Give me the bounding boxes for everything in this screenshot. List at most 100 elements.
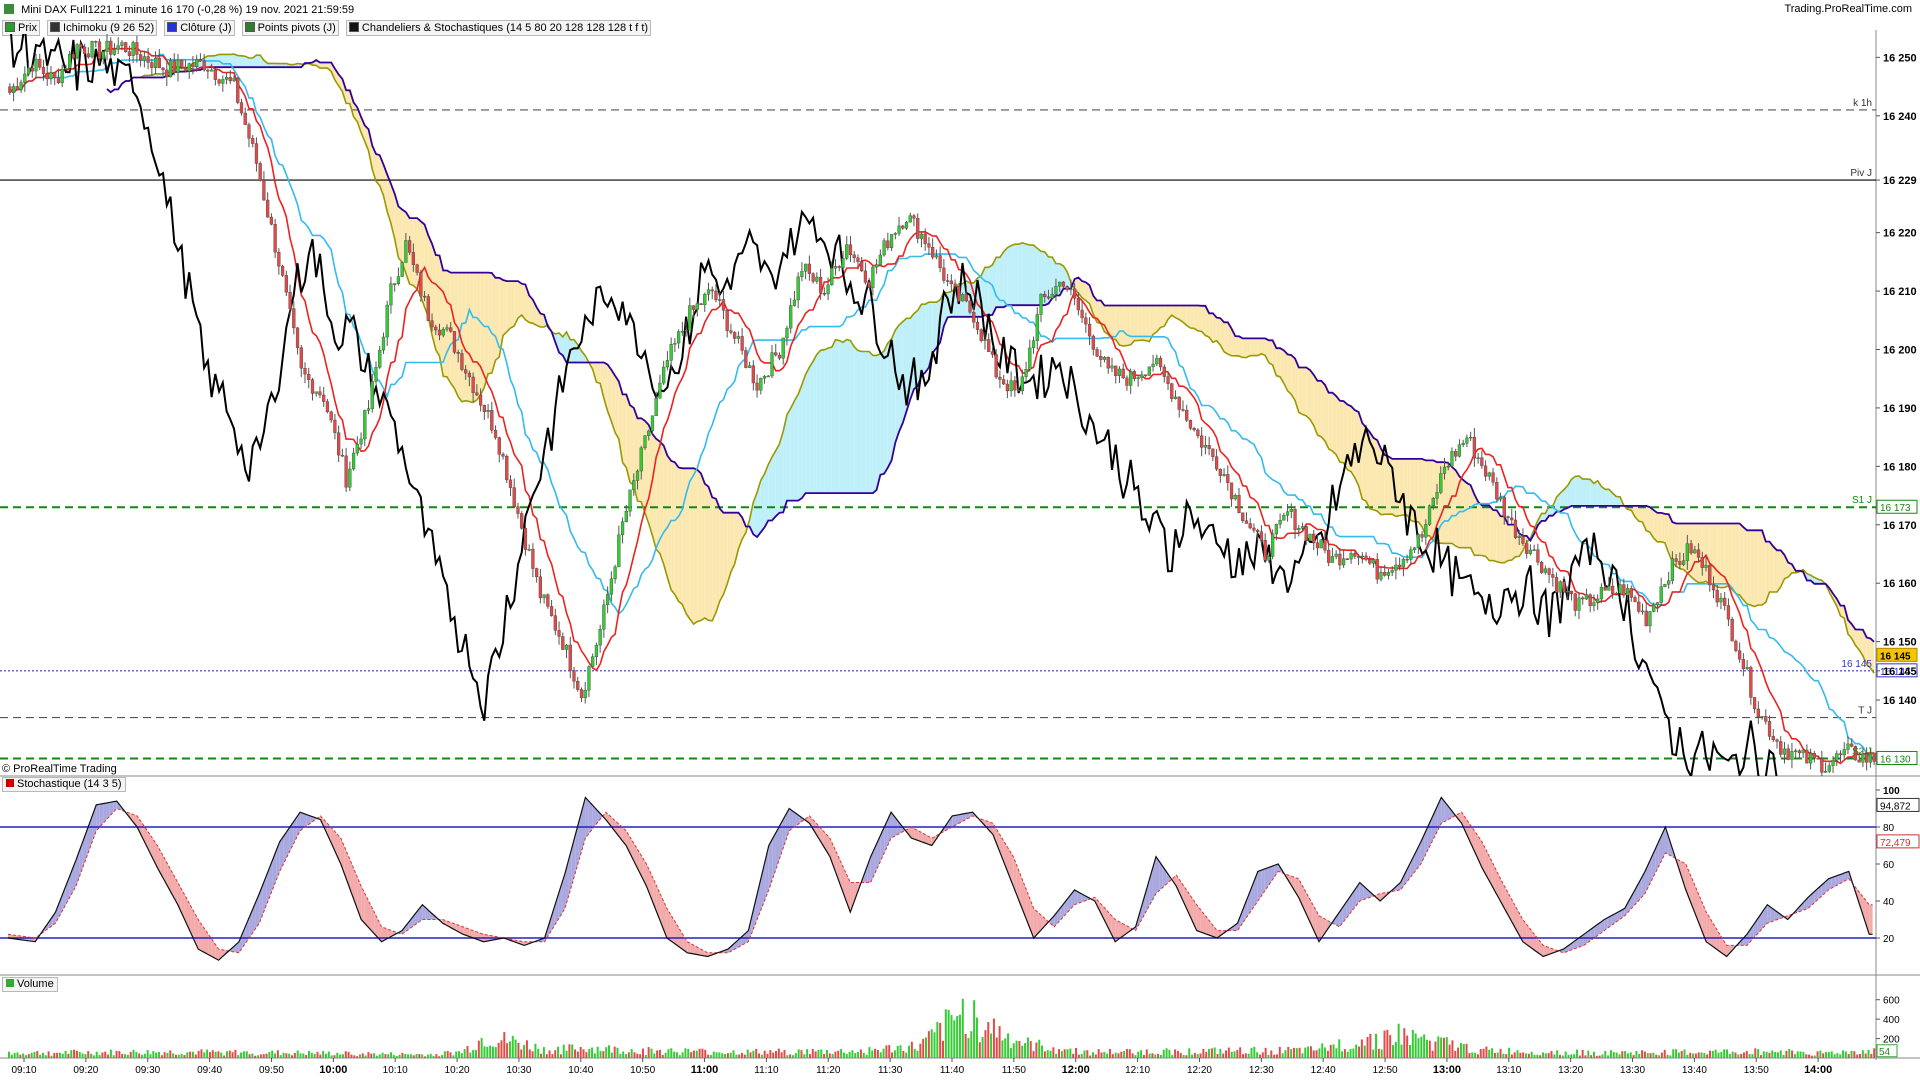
candle-body [1540,562,1544,573]
volume-bar [189,1051,192,1058]
candle-body [486,410,490,412]
candle-body [307,373,311,380]
stochastic-fill-segment [697,947,701,956]
volume-bar [718,1052,721,1058]
volume-bar [460,1053,463,1058]
ichimoku-cloud-segment [772,450,776,521]
candle-body [333,419,337,433]
volume-bar [517,1042,520,1058]
volume-bar [987,1022,990,1058]
candle-body [236,77,240,103]
candle-body [718,299,722,301]
volume-bar [438,1056,441,1058]
chart-window: Mini DAX Full1221 1 minute 16 170 (-0,28… [0,0,1920,1080]
candle-body [266,199,270,218]
volume-bar [44,1055,47,1058]
volume-bar [1032,1051,1035,1058]
volume-bar [1066,1049,1069,1058]
stochastic-panel-label[interactable]: Stochastique (14 3 5) [2,777,126,792]
candle-body [415,264,419,273]
candle-body [1158,357,1163,368]
volume-bar [19,1054,22,1058]
volume-bar [939,1023,942,1058]
volume-bar [1315,1050,1318,1058]
candle-body [60,68,64,84]
volume-bar [956,1016,959,1058]
price-level-label: S2 J [1852,746,1872,757]
stochastic-fill-segment [588,801,593,834]
volume-bar [984,1030,987,1058]
candle-body [512,487,516,507]
volume-bar [1689,1052,1692,1058]
volume-bar [1321,1043,1324,1058]
volume-bar [1055,1053,1058,1058]
candle-body [1080,309,1084,319]
volume-bar [469,1052,472,1058]
volume-bar [953,1020,956,1058]
ichimoku-cloud-segment [1732,523,1736,594]
candle-body [254,143,259,164]
volume-bar [1092,1052,1094,1058]
chart-canvas[interactable]: k 1h Piv J S1 J 16 173 16 145 16 145 T J S2 J 16… [0,0,1920,1080]
volume-bar [211,1050,214,1058]
candle-body [1525,543,1529,554]
volume-bar [865,1054,868,1058]
volume-bar [364,1055,367,1058]
time-axis-label: 12:30 [1249,1065,1274,1076]
candle-body [337,432,341,456]
volume-bar [899,1045,902,1058]
volume-bar [627,1052,630,1058]
volume-bar [358,1054,361,1058]
volume-bar [619,1053,622,1058]
volume-bar [542,1047,545,1058]
candle-body [1454,451,1458,457]
candle-body [867,282,871,288]
candle-body [1622,584,1626,596]
volume-bar [1176,1050,1179,1058]
ichimoku-cloud-segment [1661,512,1665,543]
volume-bar [206,1049,209,1058]
volume-bar [1343,1049,1346,1058]
candle-body [1846,743,1850,750]
volume-bar [1601,1054,1604,1058]
candle-body [643,435,647,449]
volume-bar [1861,1050,1864,1058]
volume-panel-label[interactable]: Volume [2,977,58,992]
stochastic-fill-segment [1155,856,1160,894]
candle-body [217,79,221,84]
candle-body [1084,317,1088,325]
ichimoku-cloud-segment [663,445,668,578]
volume-bar [633,1052,636,1058]
candle-body [878,254,882,265]
volume-bar [296,1050,299,1058]
candle-body [1371,559,1376,564]
ichimoku-cloud-segment [674,462,679,602]
candle-body [505,456,509,481]
ichimoku-cloud-segment [1586,479,1591,506]
volume-bar [1222,1053,1225,1058]
candle-body [1252,527,1256,531]
ichimoku-cloud-segment [1747,530,1751,606]
volume-bar [1590,1055,1593,1058]
volume-bar [1825,1051,1828,1058]
volume-bar [177,1054,180,1058]
volume-bar [1052,1047,1055,1058]
volume-bar [1304,1047,1307,1058]
ichimoku-cloud-segment [816,350,821,494]
volume-bar [842,1052,845,1058]
candle-body [822,292,826,295]
candle-body [389,283,393,306]
volume-bar [98,1054,101,1058]
volume-bar [678,1055,681,1058]
volume-bar [990,1033,993,1058]
candle-body [183,67,188,72]
candle-body [714,290,718,301]
candle-body [437,329,442,336]
volume-bar [1638,1053,1641,1058]
volume-bar [203,1052,206,1058]
ichimoku-cloud-segment [1739,523,1744,600]
candle-body [1625,588,1630,596]
candle-body [1424,524,1428,538]
candle-body [1558,581,1562,593]
candle-body [1129,371,1133,386]
